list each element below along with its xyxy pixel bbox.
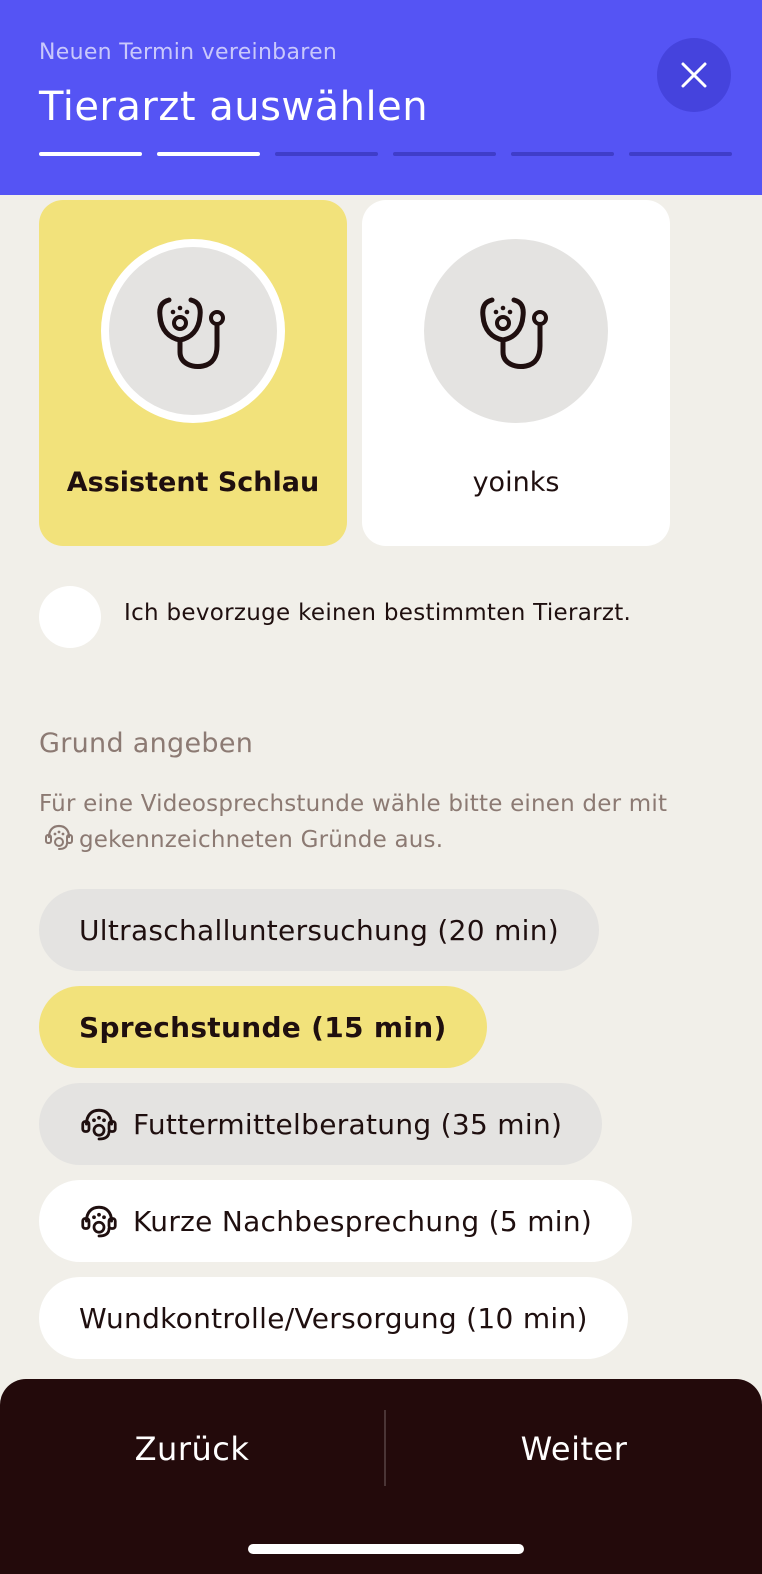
home-indicator xyxy=(248,1544,524,1554)
hint-text-before: Für eine Videosprechstunde wähle bitte e… xyxy=(39,791,668,817)
progress-step-1 xyxy=(39,152,142,156)
vet-card-assistent-schlau[interactable]: Assistent Schlau xyxy=(39,200,347,546)
close-button[interactable] xyxy=(657,38,731,112)
no-preference-radio[interactable] xyxy=(39,586,101,648)
progress-step-3 xyxy=(275,152,378,156)
reason-option-label: Sprechstunde (15 min) xyxy=(79,1010,447,1044)
page-title: Tierarzt auswählen xyxy=(39,84,429,130)
video-consult-icon xyxy=(79,1104,119,1144)
progress-step-4 xyxy=(393,152,496,156)
reason-option-label: Futtermittelberatung (35 min) xyxy=(133,1107,563,1141)
vet-card-yoinks[interactable]: yoinks xyxy=(362,200,670,546)
reason-option-futtermittelberatung[interactable]: Futtermittelberatung (35 min) xyxy=(39,1083,603,1165)
step-progress xyxy=(39,152,732,156)
reason-option-ultraschall[interactable]: Ultraschalluntersuchung (20 min) xyxy=(39,889,599,971)
vet-avatar xyxy=(424,239,608,423)
header: Neuen Termin vereinbaren Tierarzt auswäh… xyxy=(0,0,762,195)
reason-option-nachbesprechung[interactable]: Kurze Nachbesprechung (5 min) xyxy=(39,1180,633,1262)
vet-avatar xyxy=(101,239,285,423)
reason-option-wundkontrolle[interactable]: Wundkontrolle/Versorgung (10 min) xyxy=(39,1277,628,1359)
video-consult-icon xyxy=(79,1201,119,1241)
progress-step-6 xyxy=(629,152,732,156)
vet-name: yoinks xyxy=(472,467,560,498)
reason-option-label: Ultraschalluntersuchung (20 min) xyxy=(79,913,559,947)
progress-step-2 xyxy=(157,152,260,156)
vet-name: Assistent Schlau xyxy=(66,467,320,498)
next-button[interactable]: Weiter xyxy=(386,1409,762,1489)
reason-option-label: Wundkontrolle/Versorgung (10 min) xyxy=(79,1301,588,1335)
no-preference-label: Ich bevorzuge keinen bestimmten Tierarzt… xyxy=(124,600,632,626)
video-consult-icon xyxy=(43,821,75,863)
hint-text-after: gekennzeichneten Gründe aus. xyxy=(79,827,444,853)
stethoscope-icon xyxy=(157,297,225,369)
reason-option-label: Kurze Nachbesprechung (5 min) xyxy=(133,1204,593,1238)
close-icon xyxy=(681,62,707,88)
stethoscope-icon xyxy=(480,297,548,369)
reason-option-sprechstunde[interactable]: Sprechstunde (15 min) xyxy=(39,986,487,1068)
reason-hint: Für eine Videosprechstunde wähle bitte e… xyxy=(39,788,729,863)
back-button[interactable]: Zurück xyxy=(0,1409,384,1489)
progress-step-5 xyxy=(511,152,614,156)
reason-section-title: Grund angeben xyxy=(39,728,254,759)
header-subtitle: Neuen Termin vereinbaren xyxy=(39,40,338,65)
